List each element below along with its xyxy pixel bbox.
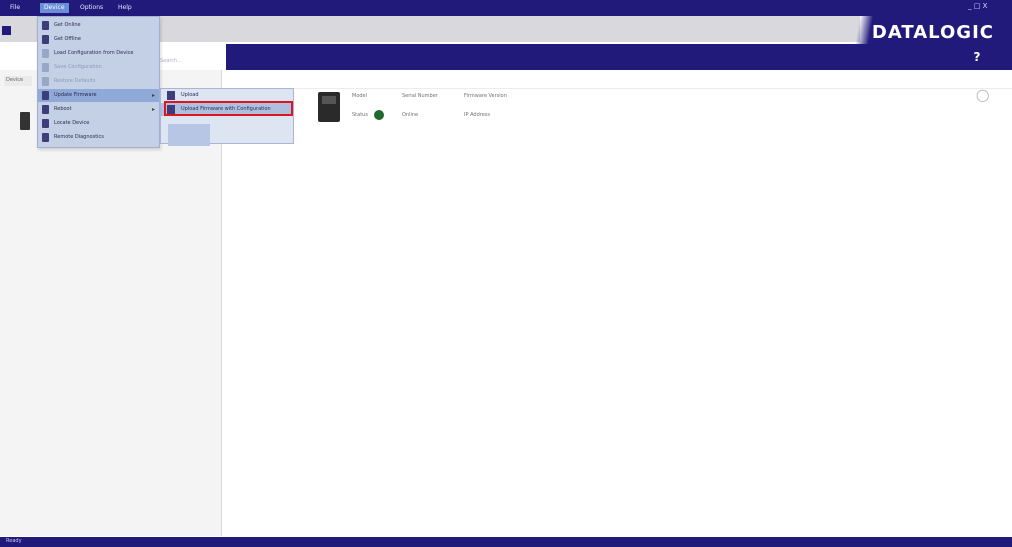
serial-value: Firmware Version <box>464 93 507 99</box>
menu-item-label: Get Offline <box>54 36 81 42</box>
menu-options[interactable]: Options <box>76 3 107 13</box>
highlight-box <box>164 101 293 116</box>
menu-item-update-firmware[interactable]: Update Firmware ▸ <box>38 89 159 102</box>
status-value: Online <box>402 112 419 118</box>
locate-icon <box>42 119 49 128</box>
menu-item-label: Reboot <box>54 106 72 112</box>
menu-item-restore-defaults[interactable]: Restore Defaults <box>38 75 159 88</box>
model-label: Model <box>352 93 368 99</box>
menu-item-label: Locate Device <box>54 120 90 126</box>
upload-icon <box>167 91 175 100</box>
menu-item-label: Remote Diagnostics <box>54 134 104 140</box>
status-text: Ready <box>6 538 22 544</box>
help-icon[interactable]: ? <box>970 48 984 66</box>
menu-item-remote-diagnostics[interactable]: Remote Diagnostics <box>38 131 159 144</box>
menu-item-reboot[interactable]: Reboot ▸ <box>38 103 159 116</box>
menu-item-load-config[interactable]: Load Configuration from Device <box>38 47 159 60</box>
menu-item-label: Save Configuration <box>54 64 102 70</box>
model-value: Serial Number <box>402 93 438 99</box>
submenu-item-label: Upload <box>181 92 199 98</box>
device-icon <box>42 35 49 44</box>
menu-help[interactable]: Help <box>114 3 136 13</box>
chevron-right-icon: ▸ <box>151 92 155 99</box>
status-indicator <box>374 110 384 120</box>
window-controls[interactable]: _ □ X <box>968 2 987 10</box>
diagnostics-icon <box>42 133 49 142</box>
ip-value: IP Address <box>464 112 490 118</box>
left-search-hint[interactable]: Search... <box>160 58 182 64</box>
card-divider <box>226 88 1012 89</box>
device-icon <box>42 21 49 30</box>
status-label: Status <box>352 112 368 118</box>
status-bar: Ready <box>0 537 1012 547</box>
menu-item-get-online[interactable]: Get Online <box>38 19 159 32</box>
menu-item-get-offline[interactable]: Get Offline <box>38 33 159 46</box>
update-icon <box>42 91 49 100</box>
app-window: File Device Options Help _ □ X DATALOGIC… <box>0 0 1012 547</box>
left-panel-tab[interactable]: Device <box>4 76 32 86</box>
restore-icon <box>42 77 49 86</box>
datalogic-logo: DATALOGIC <box>871 22 994 43</box>
chevron-right-icon: ▸ <box>151 106 155 113</box>
menu-device[interactable]: Device <box>40 3 69 13</box>
menu-file[interactable]: File <box>6 3 24 13</box>
lightbulb-icon[interactable]: ◯ <box>976 88 989 102</box>
download-icon <box>42 49 49 58</box>
menu-item-label: Update Firmware <box>54 92 97 98</box>
menu-item-label: Get Online <box>54 22 81 28</box>
menu-bar: File Device Options Help _ □ X <box>0 0 1012 16</box>
save-icon <box>42 63 49 72</box>
submenu-shadow-panel <box>168 124 210 146</box>
app-icon <box>2 26 11 35</box>
device-list-icon[interactable] <box>20 112 30 130</box>
header-band <box>226 44 1012 70</box>
menu-item-label: Restore Defaults <box>54 78 96 84</box>
device-image-icon <box>318 92 340 122</box>
device-dropdown-menu: Get Online Get Offline Load Configuratio… <box>37 16 160 148</box>
menu-item-save-config[interactable]: Save Configuration <box>38 61 159 74</box>
menu-item-locate-device[interactable]: Locate Device <box>38 117 159 130</box>
menu-item-label: Load Configuration from Device <box>54 50 134 56</box>
reboot-icon <box>42 105 49 114</box>
